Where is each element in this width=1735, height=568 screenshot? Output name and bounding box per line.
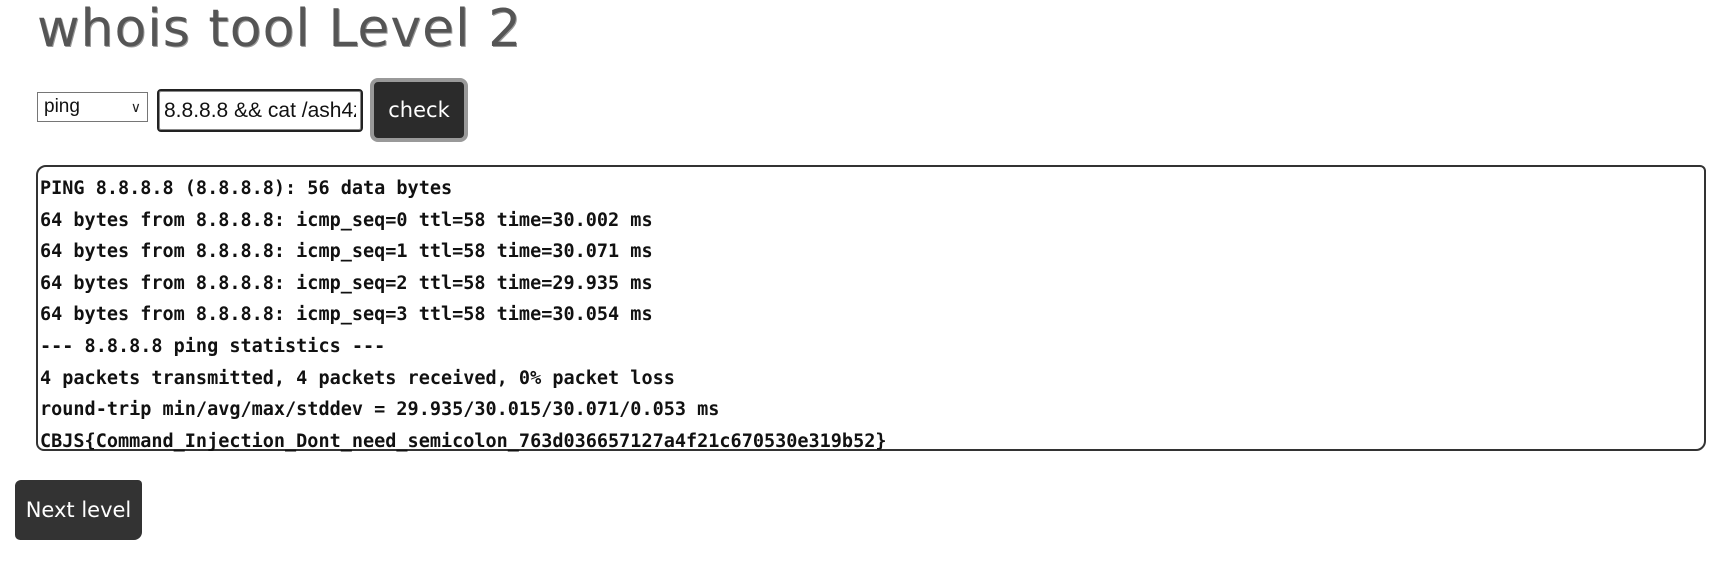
- flag-line: CBJS{Command_Injection_Dont_need_semicol…: [40, 430, 887, 452]
- next-level-button[interactable]: Next level: [15, 480, 142, 540]
- command-select-value: ping: [44, 96, 80, 117]
- command-output: PING 8.8.8.8 (8.8.8.8): 56 data bytes 64…: [36, 165, 1706, 452]
- chevron-down-icon: ∨: [130, 99, 141, 115]
- check-button[interactable]: check: [370, 78, 468, 142]
- output-line: --- 8.8.8.8 ping statistics ---: [40, 335, 386, 357]
- output-line: 64 bytes from 8.8.8.8: icmp_seq=0 ttl=58…: [40, 209, 653, 231]
- output-line: 64 bytes from 8.8.8.8: icmp_seq=2 ttl=58…: [40, 272, 653, 294]
- output-line: 64 bytes from 8.8.8.8: icmp_seq=1 ttl=58…: [40, 241, 653, 263]
- host-input[interactable]: [157, 89, 363, 132]
- output-line: 64 bytes from 8.8.8.8: icmp_seq=3 ttl=58…: [40, 304, 653, 326]
- command-select[interactable]: ping ∨: [37, 92, 148, 122]
- output-line: round-trip min/avg/max/stddev = 29.935/3…: [40, 399, 720, 421]
- output-line: 4 packets transmitted, 4 packets receive…: [40, 367, 675, 389]
- output-line: PING 8.8.8.8 (8.8.8.8): 56 data bytes: [40, 178, 453, 199]
- page-title: whois tool Level 2: [37, 0, 523, 59]
